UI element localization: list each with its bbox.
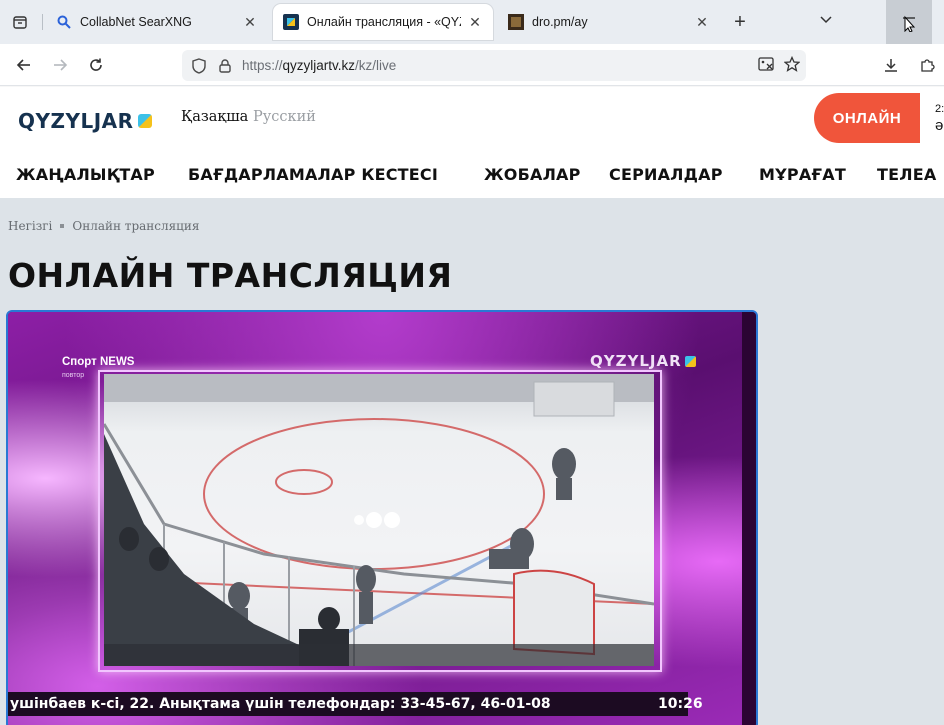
nav-item-projects[interactable]: ЖОБАЛАР	[484, 165, 581, 184]
new-tab-button[interactable]: +	[728, 8, 752, 36]
url-text: https://qyzyljartv.kz/kz/live	[242, 58, 396, 73]
qyzyljar-favicon-icon	[283, 14, 299, 30]
nav-item-tv[interactable]: ТЕЛЕА	[877, 165, 936, 184]
tab-title: dro.pm/ay	[532, 15, 588, 29]
nav-item-series[interactable]: СЕРИАЛДАР	[609, 165, 723, 184]
browser-tab-qyzyljar[interactable]: Онлайн трансляция - «QYZYL ✕	[273, 4, 493, 40]
close-tab-icon[interactable]: ✕	[242, 14, 258, 31]
forward-arrow-icon[interactable]	[46, 52, 74, 78]
channel-logo: QYZYLJAR	[590, 352, 696, 370]
chevron-down-icon[interactable]	[816, 8, 836, 36]
breadcrumb: Негізгі Онлайн трансляция	[8, 219, 199, 233]
nav-item-archive[interactable]: МҰРАҒАТ	[759, 165, 846, 184]
minimize-window-button[interactable]	[886, 0, 932, 44]
url-path: /kz/live	[355, 58, 397, 73]
browser-tab-strip: CollabNet SearXNG ✕ Онлайн трансляция - …	[0, 0, 944, 44]
site-logo[interactable]: QYZYLJAR	[18, 109, 152, 133]
language-kazakh-link[interactable]: Қазақша	[181, 109, 248, 125]
clipped-header-text: ə	[935, 117, 944, 134]
browser-tab-dro[interactable]: dro.pm/ay ✕	[498, 4, 720, 40]
online-button[interactable]: ОНЛАЙН	[814, 93, 920, 143]
broadcast-clock: 10:26	[658, 696, 703, 712]
picture-blocked-icon[interactable]	[758, 57, 774, 74]
loading-spinner-icon	[354, 512, 400, 528]
page-title: ОНЛАЙН ТРАНСЛЯЦИЯ	[8, 256, 453, 295]
show-title: Спорт NEWS	[62, 356, 135, 368]
search-icon	[56, 14, 72, 30]
close-tab-icon[interactable]: ✕	[694, 14, 710, 31]
extensions-puzzle-icon[interactable]	[914, 52, 940, 78]
shield-icon[interactable]	[186, 57, 212, 74]
site-header: QYZYLJAR Қазақша Русский ОНЛАЙН 2: ə ЖАҢ…	[0, 87, 944, 198]
tab-title: Онлайн трансляция - «QYZYL	[307, 15, 461, 29]
breadcrumb-separator	[60, 224, 65, 228]
reload-icon[interactable]	[82, 52, 110, 78]
tab-actions-icon[interactable]	[0, 0, 40, 44]
language-russian-link[interactable]: Русский	[253, 109, 316, 125]
browser-tab-searxng[interactable]: CollabNet SearXNG ✕	[46, 4, 268, 40]
breadcrumb-current: Онлайн трансляция	[72, 219, 200, 233]
breadcrumb-home-link[interactable]: Негізгі	[8, 219, 52, 233]
clipped-header-text: 2:	[935, 103, 944, 115]
tab-separator	[42, 14, 43, 30]
url-domain: qyzyljartv.kz	[282, 58, 356, 73]
tab-title: CollabNet SearXNG	[80, 15, 192, 29]
ticker-text: ушінбаев к-сі, 22. Анықтама үшін телефон…	[10, 696, 551, 712]
logo-mark-icon	[137, 114, 152, 128]
browser-toolbar: https://qyzyljartv.kz/kz/live	[0, 44, 944, 86]
logo-mark-icon	[684, 355, 696, 367]
nav-item-schedule[interactable]: БАҒДАРЛАМАЛАР КЕСТЕСІ	[188, 165, 438, 184]
show-subtitle: повтор	[62, 372, 85, 379]
back-arrow-icon[interactable]	[10, 52, 38, 78]
url-protocol: https://	[242, 58, 283, 73]
channel-logo-text: QYZYLJAR	[590, 352, 682, 370]
news-ticker: ушінбаев к-сі, 22. Анықтама үшін телефон…	[8, 692, 688, 716]
close-tab-icon[interactable]: ✕	[467, 14, 483, 31]
dro-favicon-icon	[508, 14, 524, 30]
lock-icon[interactable]	[212, 58, 238, 73]
download-icon[interactable]	[878, 52, 904, 78]
main-navigation: ЖАҢАЛЫҚТАР БАҒДАРЛАМАЛАР КЕСТЕСІ ЖОБАЛАР…	[0, 159, 944, 189]
live-video-player[interactable]: Спорт NEWS повтор QYZYLJAR ушінбаев к-сі…	[6, 310, 758, 725]
logo-text: QYZYLJAR	[18, 109, 134, 133]
nav-item-news[interactable]: ЖАҢАЛЫҚТАР	[16, 165, 155, 184]
video-letterbox	[742, 312, 756, 725]
address-bar[interactable]: https://qyzyljartv.kz/kz/live	[182, 50, 806, 81]
bookmark-star-icon[interactable]	[783, 55, 801, 75]
